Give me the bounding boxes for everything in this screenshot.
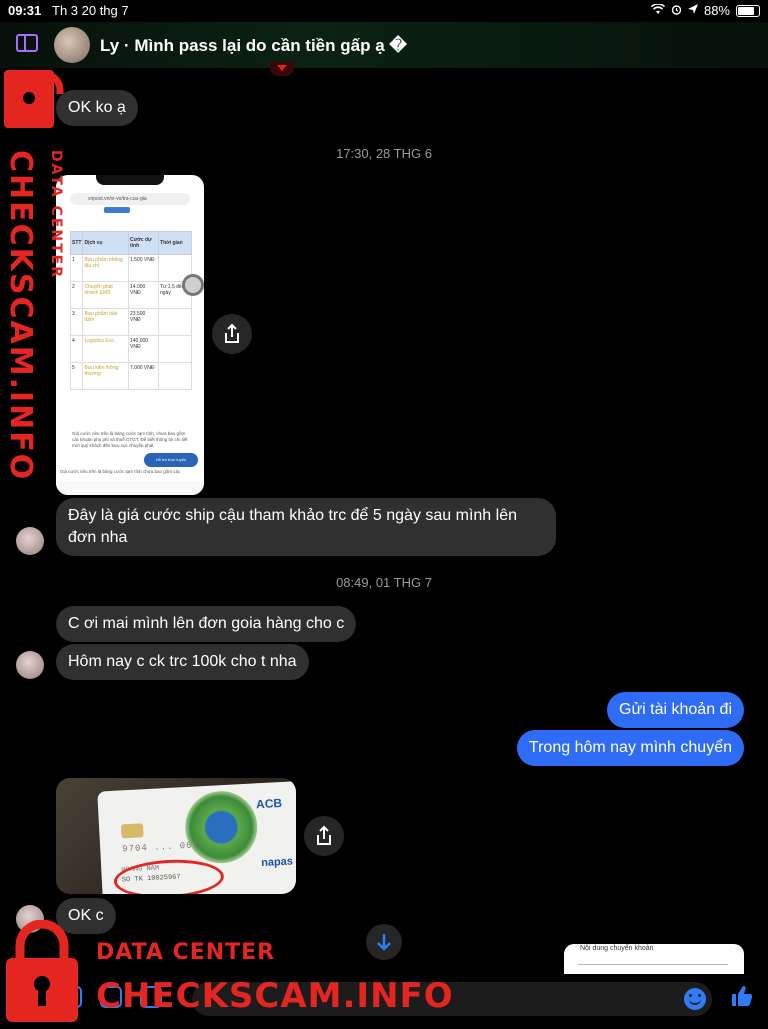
scroll-to-bottom-button[interactable] [366, 924, 402, 960]
price-note: Giá cước nêu trên là bảng cước tạm tính,… [72, 431, 188, 448]
table-cell: Bưu phẩm bảo đảm [82, 308, 129, 336]
preview-label: Nội dung chuyển khoản [580, 945, 654, 952]
table-header: STT [69, 231, 84, 255]
card-chip-icon [120, 823, 144, 839]
watermark-vertical-small: DATA CENTER [48, 150, 64, 279]
share-icon [317, 825, 331, 845]
page-tab [104, 207, 130, 213]
lock-icon [4, 70, 80, 135]
price-table: STT Dịch vụ Cước dự tính Thời gian 1 Bưu… [69, 231, 192, 390]
table-cell: Bưu kiện thông thường [82, 362, 129, 390]
sidebar-toggle-icon[interactable] [16, 34, 38, 52]
browser-url: vnpost.vn/vi-vn/tra-cuu-gia [70, 193, 190, 205]
like-button[interactable] [730, 984, 754, 1013]
wifi-icon [650, 3, 665, 18]
share-icon [225, 323, 239, 343]
table-row: 5 Bưu kiện thông thường 7.000 VNĐ [69, 362, 192, 390]
message-preview-card[interactable]: Nội dung chuyển khoản [564, 944, 744, 974]
arrow-down-icon [377, 934, 391, 951]
message-incoming[interactable]: C ơi mai mình lên đơn goia hàng cho c [56, 606, 357, 642]
table-cell: 3 [69, 308, 84, 336]
battery-percent: 88% [703, 3, 730, 18]
share-button[interactable] [304, 816, 344, 856]
chat-title[interactable]: Ly · Mình pass lại do cần tiền gấp ạ � [100, 36, 407, 56]
chevron-down-icon[interactable] [270, 62, 294, 76]
status-bar: 09:31 Th 3 20 thg 7 88% [0, 0, 768, 22]
timestamp: 17:30, 28 THG 6 [336, 146, 432, 161]
table-cell: 7.000 VNĐ [127, 362, 160, 390]
timestamp: 08:49, 01 THG 7 [336, 575, 432, 590]
status-time: 09:31 [8, 3, 42, 18]
table-row: 4 Logistics Eco 140.000 VNĐ [69, 335, 192, 363]
table-cell: 4 [69, 335, 84, 363]
table-cell [158, 308, 192, 336]
table-header: Dịch vụ [82, 231, 129, 255]
table-row: 2 Chuyển phát nhanh EMS 14.000 VNĐ Từ 1.… [69, 281, 192, 309]
bank-logo: ACB [255, 795, 283, 812]
assistive-touch-icon [182, 274, 204, 296]
table-cell: 1.500 VNĐ [127, 254, 160, 282]
table-cell: 14.000 VNĐ [127, 281, 160, 309]
card-globe-graphic [183, 789, 260, 866]
table-cell: Logistics Eco [82, 335, 129, 363]
table-cell: Bưu phẩm không địa chỉ [82, 254, 129, 282]
image-attachment-price-table[interactable]: vnpost.vn/vi-vn/tra-cuu-gia STT Dịch vụ … [56, 175, 204, 495]
message-outgoing[interactable]: Trong hôm nay mình chuyển [516, 730, 744, 766]
table-cell: 5 [69, 362, 84, 390]
table-cell [158, 335, 192, 363]
table-header: Thời gian [158, 231, 192, 255]
status-date: Th 3 20 thg 7 [52, 3, 129, 18]
table-cell: 140.000 VNĐ [127, 335, 160, 363]
sender-avatar[interactable] [16, 651, 44, 679]
phone-notch [96, 175, 164, 185]
bank-card: ACB 9704 ... 067 HOANG NAM SO TK 1002596… [97, 780, 296, 894]
table-cell: 2 [69, 281, 84, 309]
emoji-icon[interactable] [684, 988, 706, 1010]
table-row: 3 Bưu phẩm bảo đảm 23.500 VNĐ [69, 308, 192, 336]
message-incoming[interactable]: Hôm nay c ck trc 100k cho t nha [56, 644, 309, 680]
red-circle-annotation [112, 857, 225, 894]
location-icon [687, 3, 698, 18]
watermark-bottom: CHECKSCAM.INFO [96, 976, 454, 1016]
contact-avatar[interactable] [54, 27, 90, 63]
alarm-icon [671, 3, 682, 18]
thumbs-up-icon [732, 986, 753, 1006]
share-button[interactable] [212, 314, 252, 354]
support-button: Hỗ trợ trực tuyến [144, 453, 198, 467]
card-number: 9704 ... 067 [122, 840, 200, 855]
table-cell: 23.500 VNĐ [127, 308, 160, 336]
table-cell: 1 [69, 254, 84, 282]
napas-logo: napas [260, 855, 294, 870]
watermark-vertical: CHECKSCAM.INFO [3, 150, 38, 482]
message-outgoing[interactable]: Gửi tài khoản đi [607, 692, 744, 728]
table-cell: Chuyển phát nhanh EMS [82, 281, 129, 309]
phone-nav-bar [56, 481, 204, 495]
message-incoming[interactable]: Đây là giá cước ship cậu tham khảo trc đ… [56, 498, 556, 556]
status-right: 88% [650, 3, 760, 18]
battery-icon [736, 4, 760, 17]
table-row: 1 Bưu phẩm không địa chỉ 1.500 VNĐ [69, 254, 192, 282]
table-cell [158, 362, 192, 390]
watermark-bottom-small: DATA CENTER [96, 940, 276, 965]
sender-avatar[interactable] [16, 527, 44, 555]
lock-icon [4, 919, 84, 1029]
price-footer: Giá cước nêu trên là bảng cước tạm tính … [60, 469, 181, 474]
table-header: Cước dự tính [127, 231, 160, 255]
image-attachment-bank-card[interactable]: ACB 9704 ... 067 HOANG NAM SO TK 1002596… [56, 778, 296, 894]
chat-header: Ly · Mình pass lại do cần tiền gấp ạ � [0, 22, 768, 76]
